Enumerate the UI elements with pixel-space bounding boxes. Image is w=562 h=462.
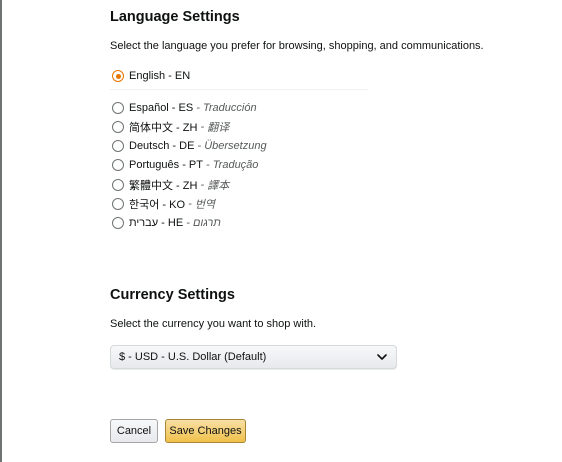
language-translation: 번역 (194, 199, 216, 211)
separator: - (193, 102, 203, 114)
currency-settings-description: Select the currency you want to shop wit… (110, 318, 317, 330)
language-settings-description: Select the language you prefer for brows… (110, 40, 484, 52)
separator: - (202, 159, 213, 171)
currency-select-value: $ - USD - U.S. Dollar (Default) (119, 351, 267, 363)
language-option-en[interactable]: English - EN (112, 67, 190, 85)
language-label: Español - ES (129, 102, 194, 114)
language-label: Deutsch - DE (129, 140, 195, 152)
language-label: 한국어 - KO (129, 199, 186, 211)
radio-button-selected[interactable] (112, 70, 124, 82)
separator: - (194, 140, 205, 152)
radio-button[interactable] (112, 121, 124, 133)
language-translation: 譯本 (207, 180, 230, 192)
language-label: Português - PT (129, 159, 203, 171)
language-option-zh-hans[interactable]: 简体中文 - ZH - 翻译 (112, 118, 229, 136)
language-settings-title: Language Settings (110, 9, 240, 25)
separator: - (197, 121, 208, 133)
radio-button[interactable] (112, 217, 124, 229)
cancel-button[interactable]: Cancel (110, 419, 158, 443)
window-left-edge (0, 0, 2, 462)
radio-button[interactable] (112, 102, 124, 114)
separator: - (185, 198, 195, 210)
separator: - (183, 217, 193, 229)
language-option-de[interactable]: Deutsch - DE - Übersetzung (112, 137, 267, 155)
radio-button[interactable] (112, 198, 124, 210)
chevron-down-icon (376, 351, 388, 363)
currency-settings-title: Currency Settings (110, 287, 235, 303)
language-option-pt[interactable]: Português - PT - Tradução (112, 156, 258, 174)
language-divider (110, 89, 368, 90)
radio-button[interactable] (112, 140, 124, 152)
language-option-es[interactable]: Español - ES - Traducción (112, 99, 257, 117)
language-translation: Tradução (212, 159, 259, 171)
language-label: 简体中文 - ZH (129, 122, 198, 134)
language-label: עברית - HE (129, 217, 184, 229)
language-label: English - EN (129, 70, 191, 82)
radio-button[interactable] (112, 159, 124, 171)
language-label: 繁體中文 - ZH (129, 180, 198, 192)
language-option-he[interactable]: עברית - HE - תרגום (112, 214, 221, 232)
language-translation: Übersetzung (204, 140, 267, 152)
language-translation: תרגום (192, 217, 221, 229)
language-translation: 翻译 (207, 122, 230, 134)
currency-select[interactable]: $ - USD - U.S. Dollar (Default) (110, 345, 397, 369)
language-option-zh-hant[interactable]: 繁體中文 - ZH - 譯本 (112, 176, 229, 194)
save-changes-button[interactable]: Save Changes (165, 419, 246, 443)
separator: - (197, 179, 208, 191)
radio-button[interactable] (112, 179, 124, 191)
language-translation: Traducción (202, 102, 257, 114)
language-option-ko[interactable]: 한국어 - KO - 번역 (112, 195, 215, 213)
